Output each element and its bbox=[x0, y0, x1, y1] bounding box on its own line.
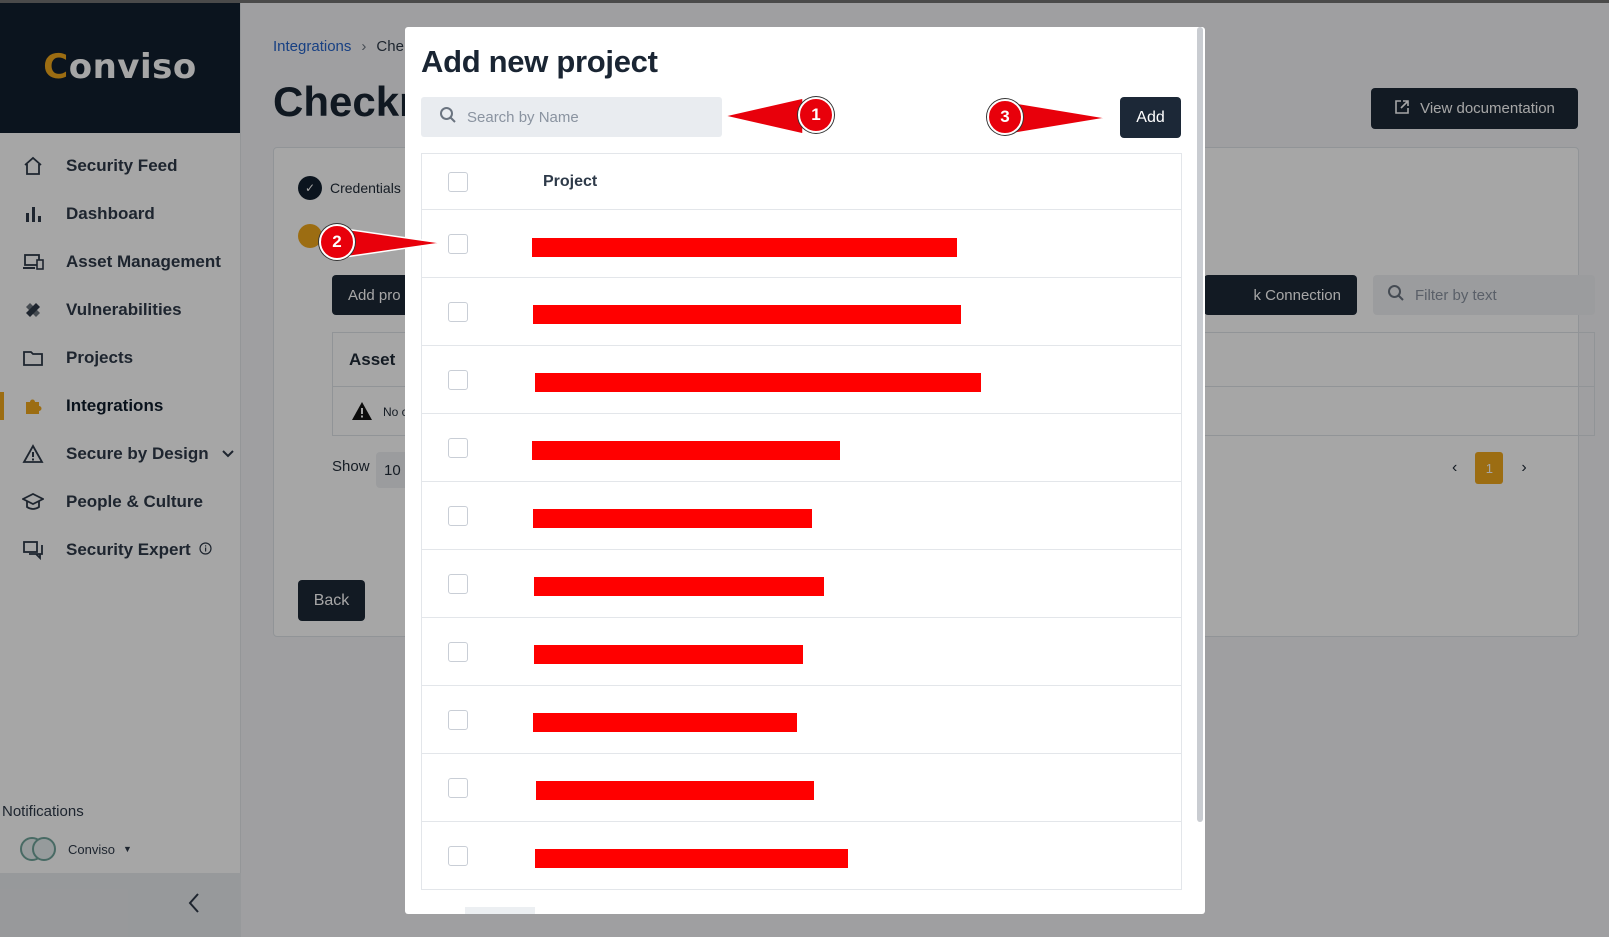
annotation-arrow-1 bbox=[723, 97, 804, 135]
annotation-badge-3: 3 bbox=[987, 99, 1023, 135]
annotation-badge-1: 1 bbox=[798, 97, 834, 133]
annotation-badge-2: 2 bbox=[319, 224, 355, 260]
annotation-arrows bbox=[337, 97, 1108, 259]
